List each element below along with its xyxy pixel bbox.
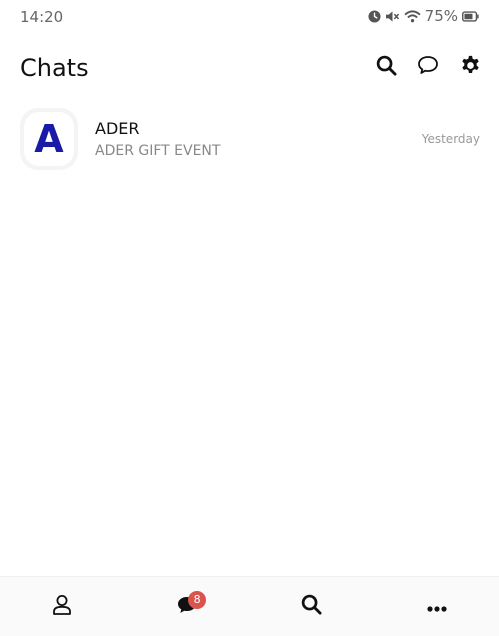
status-bar: 14:20 75%: [0, 0, 499, 36]
unread-badge: 8: [188, 591, 207, 609]
chat-item[interactable]: A ADER ADER GIFT EVENT Yesterday: [0, 104, 499, 174]
more-icon: [427, 597, 447, 616]
new-chat-icon: [417, 55, 439, 79]
mute-icon: [385, 10, 400, 23]
gear-icon: [460, 55, 481, 80]
header-actions: [375, 55, 481, 80]
bottom-nav: 8: [0, 576, 499, 636]
wifi-icon: [404, 9, 421, 23]
nav-chats[interactable]: 8: [125, 577, 250, 636]
status-icons: 75%: [368, 7, 479, 25]
chat-name: ADER: [95, 119, 140, 138]
ader-logo: A: [34, 122, 64, 156]
settings-button[interactable]: [459, 55, 481, 80]
new-chat-button[interactable]: [417, 56, 439, 78]
chat-timestamp: Yesterday: [421, 132, 480, 146]
nav-search[interactable]: [250, 577, 375, 636]
search-icon: [376, 55, 397, 80]
page-title: Chats: [20, 54, 89, 82]
search-button[interactable]: [375, 55, 397, 80]
battery-icon: [462, 10, 479, 22]
alarm-icon: [368, 9, 381, 23]
battery-level: 75%: [424, 7, 458, 25]
search-icon: [301, 594, 322, 619]
nav-friends[interactable]: [0, 577, 125, 636]
nav-more[interactable]: [374, 577, 499, 636]
status-time: 14:20: [20, 8, 64, 26]
chat-preview: ADER GIFT EVENT: [95, 143, 221, 159]
avatar: A: [20, 108, 78, 170]
chat-list: A ADER ADER GIFT EVENT Yesterday: [0, 104, 499, 174]
friends-icon: [52, 594, 72, 619]
header: Chats: [0, 48, 499, 90]
svg-text:A: A: [34, 122, 64, 156]
